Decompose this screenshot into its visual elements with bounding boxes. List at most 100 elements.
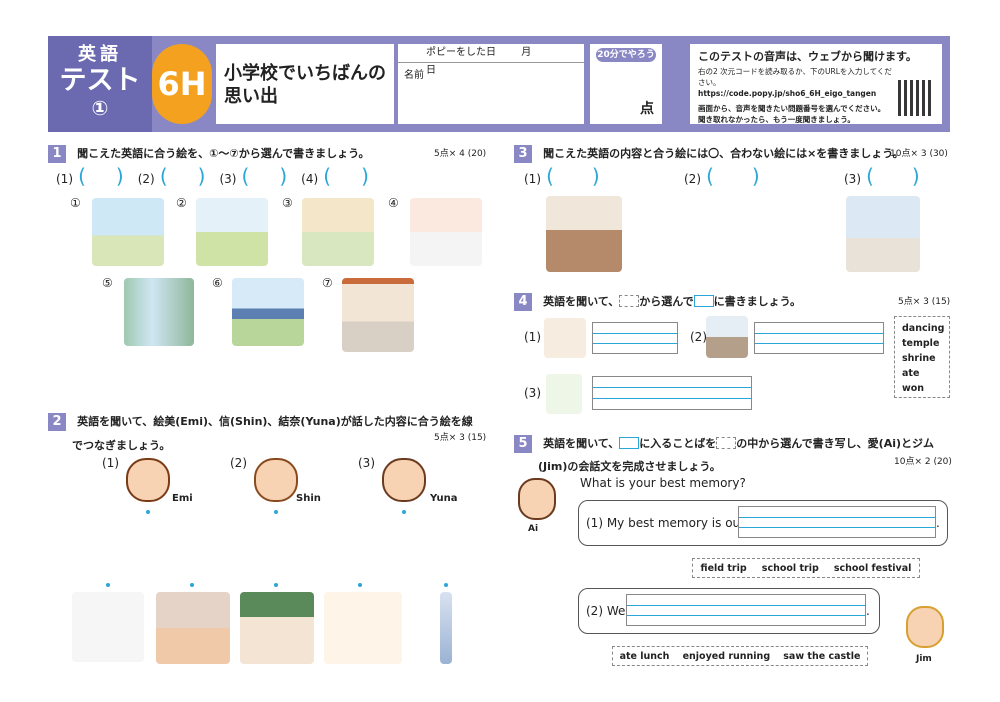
q3-points: 10点× 3 (30) xyxy=(890,149,948,159)
q4-write-3[interactable] xyxy=(592,376,752,410)
q5-text-c: の中から選んで書き写し、愛(Ai)とジム xyxy=(736,437,935,450)
shin-connect-dot[interactable] xyxy=(274,510,278,514)
q1-answer-2[interactable]: (2) () xyxy=(138,164,206,188)
yuna-connect-dot[interactable] xyxy=(402,510,406,514)
qr-code-icon[interactable] xyxy=(898,80,934,116)
date-row: ポピーをした日 月 日 xyxy=(398,44,584,76)
choice-enjoyed-running: enjoyed running xyxy=(682,650,771,662)
day-label: 日 xyxy=(426,65,436,76)
q4-word-box: dancing temple shrine ate won xyxy=(894,316,950,398)
q1-points: 5点× 4 (20) xyxy=(434,149,487,159)
audio-info-box: このテストの音声は、ウェブから聞けます。 右の2 次元コードを読み取るか、下のU… xyxy=(690,44,942,124)
q2-text-line2: でつなぎましょう。 xyxy=(72,439,171,452)
q5-heading: 5 英語を聞いて、 に入ることばを の中から選んで書き写し、愛(Ai)とジム (Ji… xyxy=(514,432,944,474)
q4-label-3: (3) xyxy=(524,386,541,400)
q5-period-2: . xyxy=(866,604,870,618)
q5-choice-box-1: field trip school trip school festival xyxy=(692,558,920,578)
q4-label-1: (1) xyxy=(524,330,541,344)
temple-picture xyxy=(546,196,622,272)
word-shrine: shrine xyxy=(902,353,936,364)
pic-c-connect-dot[interactable] xyxy=(274,583,278,587)
shrine-gate-picture xyxy=(342,278,414,352)
q2-label-1: (1) xyxy=(102,456,119,470)
yuna-face-icon xyxy=(382,458,426,502)
q5-text-line2: (Jim)の会話文を完成させましょう。 xyxy=(538,460,721,473)
q1-number: 1 xyxy=(48,145,66,163)
jim-name: Jim xyxy=(916,654,932,664)
blank-box-icon xyxy=(693,294,714,307)
test-number: ① xyxy=(91,96,109,120)
q4-heading: 4 英語を聞いて、 から選んで に書きましょう。 xyxy=(514,290,914,311)
piano-chorus-picture xyxy=(846,196,920,272)
q4-write-1[interactable] xyxy=(592,322,678,354)
q2-points: 5点× 3 (15) xyxy=(434,433,487,443)
q4-points: 5点× 3 (15) xyxy=(898,297,951,307)
q3-answer-1[interactable]: (1) () xyxy=(524,164,600,188)
q1-answer-3[interactable]: (3) () xyxy=(219,164,287,188)
q2-number: 2 xyxy=(48,413,66,431)
test-label: テスト xyxy=(59,65,141,96)
q5-write-2[interactable] xyxy=(626,594,866,626)
time-label: 20分でやろう xyxy=(596,48,656,62)
word-ate: ate xyxy=(902,368,920,379)
pic-a-connect-dot[interactable] xyxy=(106,583,110,587)
q4-write-2[interactable] xyxy=(754,322,884,354)
choice-ate-lunch: ate lunch xyxy=(619,650,670,662)
unit-title-line2: 思い出 xyxy=(224,86,278,107)
emi-face-icon xyxy=(126,458,170,502)
q5-write-1[interactable] xyxy=(738,506,936,538)
temple-small-picture xyxy=(706,316,748,358)
emi-connect-dot[interactable] xyxy=(146,510,150,514)
tower-picture xyxy=(440,592,452,664)
q4-number: 4 xyxy=(514,293,532,311)
pic-b-connect-dot[interactable] xyxy=(190,583,194,587)
sports-ball-picture xyxy=(706,196,778,272)
audio-url[interactable]: https://code.popy.jp/sho6_6H_eigo_tangen xyxy=(698,88,894,99)
choice-school-festival: school festival xyxy=(833,562,912,574)
dancing-girl-picture xyxy=(544,318,586,358)
score-box[interactable]: 20分でやろう 点 xyxy=(590,44,662,124)
deer-park-picture xyxy=(196,198,268,266)
sports-day-picture xyxy=(410,198,482,266)
q5-points: 10点× 2 (20) xyxy=(894,457,952,467)
q1-answer-row: (1) () (2) () (3) () (4) () xyxy=(56,164,386,188)
q5-number: 5 xyxy=(514,435,532,453)
choice-school-trip: school trip xyxy=(761,562,819,574)
train-picture xyxy=(156,592,230,664)
name-box[interactable]: ポピーをした日 月 日 名前 xyxy=(398,44,584,124)
choice-field-trip: field trip xyxy=(700,562,747,574)
jim-face-icon xyxy=(906,606,944,648)
emi-name: Emi xyxy=(172,493,193,504)
q5-question: What is your best memory? xyxy=(580,476,746,490)
q3-answer-2[interactable]: (2) () xyxy=(684,164,760,188)
month-label: 月 xyxy=(521,47,532,58)
q4-text-c: に書きましょう。 xyxy=(713,295,802,308)
cooking-class-picture xyxy=(240,592,314,664)
unit-title: 小学校でいちばんの 思い出 xyxy=(216,44,394,124)
q2-text-line1: 英語を聞いて、絵美(Emi)、信(Shin)、結奈(Yuna)が話した内容に合う… xyxy=(77,415,473,428)
unit-badge: 6H xyxy=(152,44,212,124)
q1-pic-label-1: ① xyxy=(70,196,81,210)
q1-pic-label-5: ⑤ xyxy=(102,276,113,290)
q5-line2: (2) We xyxy=(586,604,626,618)
q1-answer-1[interactable]: (1) () xyxy=(56,164,124,188)
q1-pic-label-4: ④ xyxy=(388,196,399,210)
audio-line3: 聞き取れなかったら、もう一度聞きましょう。 xyxy=(698,115,855,124)
ai-face-icon xyxy=(518,478,556,520)
q3-number: 3 xyxy=(514,145,532,163)
pic-e-connect-dot[interactable] xyxy=(444,583,448,587)
panda-zoo-picture xyxy=(92,198,164,266)
q5-choice-box-2: ate lunch enjoyed running saw the castle xyxy=(612,646,868,666)
q1-pic-label-3: ③ xyxy=(282,196,293,210)
shin-face-icon xyxy=(254,458,298,502)
pic-d-connect-dot[interactable] xyxy=(358,583,362,587)
q3-text: 聞こえた英語の内容と合う絵には〇、合わない絵には×を書きましょう。 xyxy=(543,147,904,160)
audio-line2: 画面から、音声を聞きたい問題番号を選んでください。 xyxy=(698,104,886,113)
q3-answer-3[interactable]: (3) () xyxy=(844,164,920,188)
q1-answer-4[interactable]: (4) () xyxy=(301,164,369,188)
q5-period-1: . xyxy=(936,516,940,530)
q2-label-3: (3) xyxy=(358,456,375,470)
waterfall-hiking-picture xyxy=(124,278,194,346)
running-boy-picture xyxy=(546,374,582,414)
dashed-box-icon xyxy=(619,294,640,307)
